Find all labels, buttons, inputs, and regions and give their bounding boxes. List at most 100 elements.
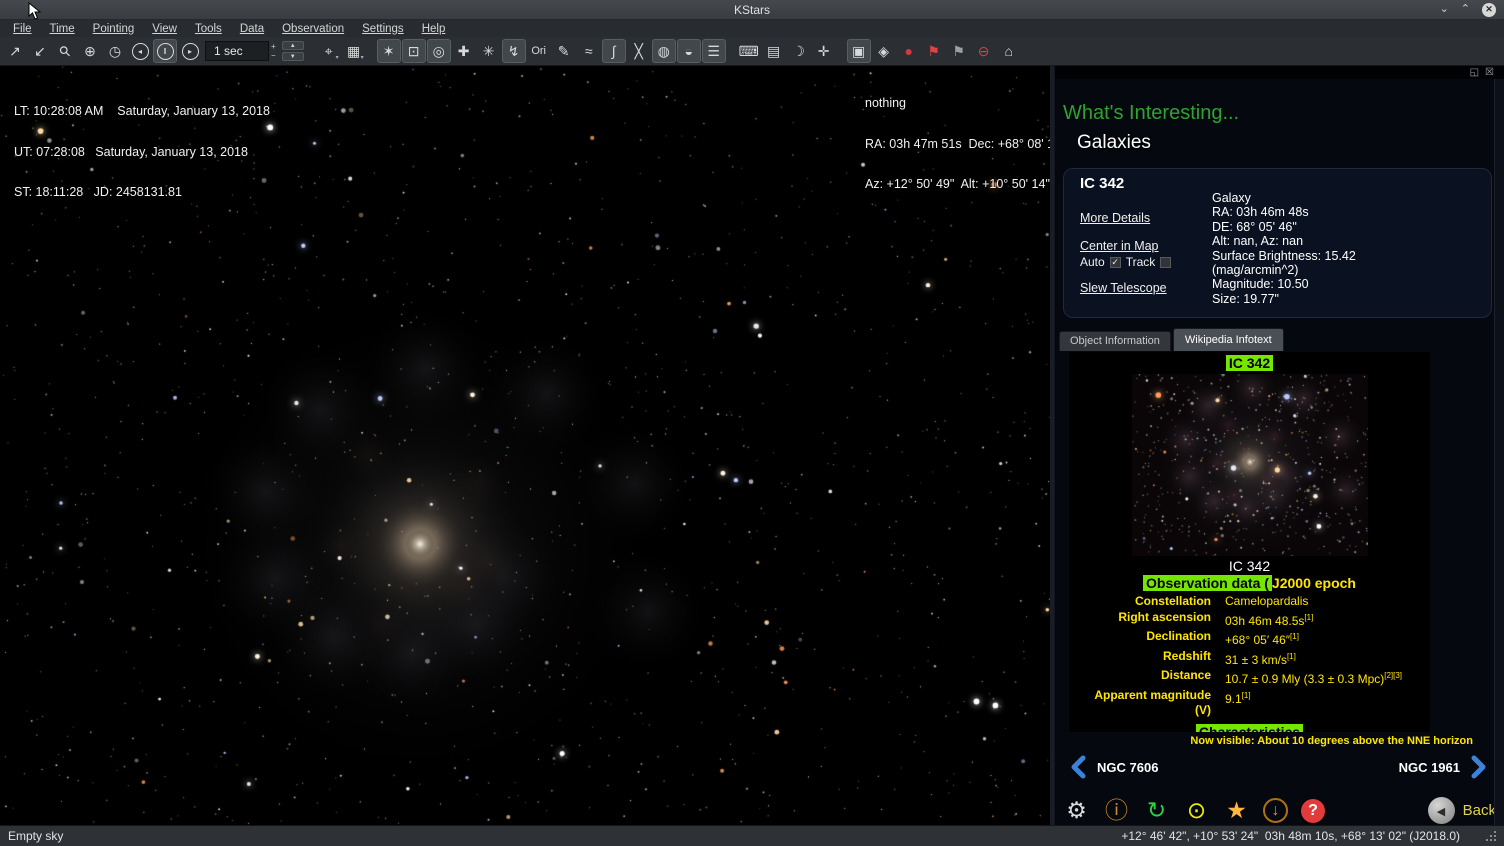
moon-phase-icon[interactable]: ☽: [787, 39, 811, 63]
time-stop-icon[interactable]: ‖: [153, 39, 177, 63]
zoom-out-icon[interactable]: ↙: [28, 39, 52, 63]
visibility-eye-icon[interactable]: ⊙: [1183, 797, 1210, 824]
toggle-stars-icon: ✶: [383, 43, 395, 60]
menu-data[interactable]: Data: [231, 22, 273, 36]
panel-title: What's Interesting...: [1063, 102, 1504, 125]
reload-icon[interactable]: ↻: [1143, 797, 1170, 824]
resize-grip[interactable]: [1486, 831, 1496, 841]
help-icon[interactable]: ?: [1301, 799, 1325, 823]
menu-observation[interactable]: Observation: [273, 22, 353, 36]
menu-time[interactable]: Time: [41, 22, 84, 36]
title-bar[interactable]: KStars ⌄ ⌃ ✕: [0, 0, 1504, 20]
toggle-constellation-names-icon[interactable]: Ori: [527, 39, 551, 63]
object-details-icon[interactable]: ⓘ: [1103, 797, 1130, 824]
tab-object-information[interactable]: Object Information: [1059, 331, 1171, 351]
close-icon[interactable]: ✕: [1482, 3, 1496, 17]
prev-object-button[interactable]: NGC 7606: [1069, 755, 1158, 779]
dock-float-icon[interactable]: ◱: [1470, 68, 1479, 78]
time-advance-icon[interactable]: ▸: [178, 39, 202, 63]
lock-position-icon[interactable]: ▣: [847, 39, 871, 63]
settings-gear-icon[interactable]: ⚙: [1063, 797, 1090, 824]
minimize-icon[interactable]: ⌄: [1440, 4, 1449, 15]
menu-file[interactable]: File: [4, 22, 41, 36]
toggle-deep-sky-objects-icon[interactable]: ⊡: [402, 39, 426, 63]
zoom-in-icon: ↗: [9, 43, 21, 60]
reference-link[interactable]: [2][3]: [1384, 671, 1402, 680]
menu-pointing[interactable]: Pointing: [84, 22, 144, 36]
object-summary: Galaxy RA: 03h 46m 48s DE: 68° 05' 46" A…: [1212, 191, 1356, 306]
infobox-row: Apparent magnitude (V)9.1[1]: [1077, 688, 1422, 719]
remove-object-icon[interactable]: ⊖: [972, 39, 996, 63]
sky-map[interactable]: LT: 10:28:08 AM Saturday, January 13, 20…: [0, 66, 1050, 825]
geolocation-icon[interactable]: ⊕: [78, 39, 102, 63]
menu-view[interactable]: View: [143, 22, 186, 36]
center-telescope-icon: ✛: [818, 43, 830, 60]
track-checkbox[interactable]: [1160, 257, 1171, 268]
toggle-constellation-art-icon[interactable]: ✎: [552, 39, 576, 63]
favorite-star-icon[interactable]: ★: [1223, 797, 1250, 824]
center-in-map-link[interactable]: Center in Map: [1080, 239, 1159, 253]
pointing-icon: ⌖: [325, 43, 333, 60]
fits-viewer-icon[interactable]: ▤: [762, 39, 786, 63]
toggle-ground-icon: ◒: [684, 43, 692, 59]
prev-object-label: NGC 7606: [1097, 760, 1158, 775]
toggle-deep-sky-objects-icon: ⊡: [408, 43, 420, 60]
toggle-equatorial-grid-icon: ╳: [634, 43, 642, 60]
time-step-input[interactable]: 1 sec: [205, 41, 269, 61]
reference-link[interactable]: [1]: [1287, 652, 1296, 661]
more-details-link[interactable]: More Details: [1080, 211, 1150, 225]
infobox-row-label: Constellation: [1077, 594, 1225, 610]
center-telescope-icon[interactable]: ✛: [812, 39, 836, 63]
toggle-supernovae-icon[interactable]: ✚: [452, 39, 476, 63]
indi-devices-icon[interactable]: ⌨: [737, 39, 761, 63]
zoom-out-icon: ↙: [34, 43, 46, 60]
back-button[interactable]: ◂Back: [1428, 797, 1496, 824]
toggle-equatorial-grid-icon[interactable]: ╳: [627, 39, 651, 63]
set-time-icon[interactable]: ◷: [103, 39, 127, 63]
auto-checkbox[interactable]: ✓: [1110, 257, 1121, 268]
menu-tools[interactable]: Tools: [186, 22, 231, 36]
next-object-label: NGC 1961: [1399, 760, 1460, 775]
time-step-plus-minus[interactable]: +−: [269, 42, 278, 60]
whats-interesting-icon: ☰: [707, 43, 720, 60]
lock-position-icon: ▣: [852, 43, 865, 60]
download-icon[interactable]: ↓: [1263, 798, 1288, 823]
time-rewind-icon[interactable]: ◂: [128, 39, 152, 63]
infobox-row: Declination+68° 05′ 46″[1]: [1077, 629, 1422, 649]
whats-interesting-icon[interactable]: ☰: [702, 39, 726, 63]
wikipedia-infobox[interactable]: IC 342 IC 342 Observation data (J2000 ep…: [1069, 352, 1430, 732]
time-unit-up-down[interactable]: ▲▼: [282, 41, 304, 61]
toggle-constellation-lines-icon[interactable]: ↯: [502, 39, 526, 63]
record-script-icon[interactable]: ●: [897, 39, 921, 63]
panel-scrollbar[interactable]: [1494, 79, 1504, 825]
slew-telescope-link[interactable]: Slew Telescope: [1080, 281, 1167, 295]
dock-close-icon[interactable]: ☒: [1485, 68, 1494, 78]
menu-settings[interactable]: Settings: [353, 22, 413, 36]
pointing-icon[interactable]: ⌖▾: [317, 39, 341, 63]
next-object-button[interactable]: NGC 1961: [1399, 755, 1488, 779]
focus-info: nothing RA: 03h 47m 51s Dec: +68° 08' 12…: [865, 70, 1050, 219]
capture-image-icon[interactable]: ▦▾: [342, 39, 366, 63]
flag-icon[interactable]: ⚑: [947, 39, 971, 63]
find-object-icon[interactable]: ⚲: [53, 39, 77, 63]
indi-devices-icon: ⌨: [739, 43, 759, 60]
reference-link[interactable]: [1]: [1290, 632, 1299, 641]
maximize-icon[interactable]: ⌃: [1461, 4, 1470, 15]
toggle-constellation-boundaries-icon[interactable]: ≈: [577, 39, 601, 63]
add-flag-icon[interactable]: ⚑: [922, 39, 946, 63]
toggle-stars-icon[interactable]: ✶: [377, 39, 401, 63]
toggle-ground-icon[interactable]: ◒: [677, 39, 701, 63]
time-step-control: 1 sec+−▲▼: [205, 41, 304, 61]
snap-mode-icon[interactable]: ◈: [872, 39, 896, 63]
zoom-in-icon[interactable]: ↗: [3, 39, 27, 63]
window-title: KStars: [734, 3, 770, 17]
toggle-milky-way-icon[interactable]: ∫: [602, 39, 626, 63]
menu-help[interactable]: Help: [413, 22, 455, 36]
toggle-solar-system-icon[interactable]: ◎: [427, 39, 451, 63]
reference-link[interactable]: [1]: [1304, 613, 1313, 622]
reference-link[interactable]: [1]: [1242, 691, 1251, 700]
tab-wikipedia-infotext[interactable]: Wikipedia Infotext: [1173, 328, 1284, 351]
toggle-satellites-icon[interactable]: ✳: [477, 39, 501, 63]
dome-icon[interactable]: ⌂: [997, 39, 1021, 63]
toggle-horizontal-grid-icon[interactable]: ◍: [652, 39, 676, 63]
